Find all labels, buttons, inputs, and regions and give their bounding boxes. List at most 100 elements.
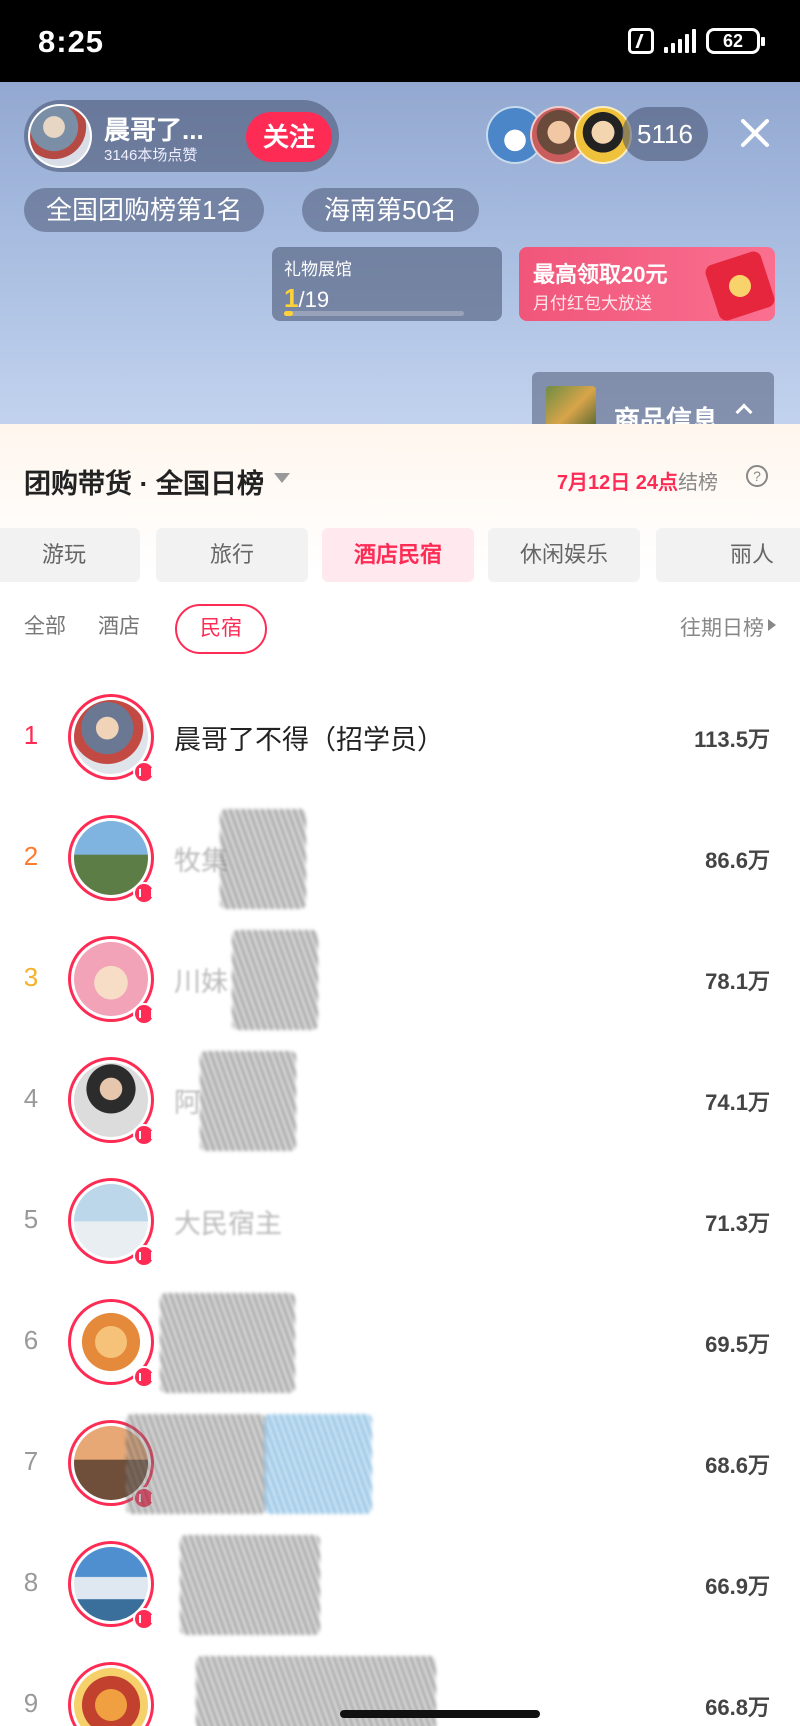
live-indicator-icon	[133, 761, 155, 783]
viewer-count[interactable]: 5116	[622, 107, 708, 161]
sales-score: 68.6万	[705, 1453, 770, 1478]
close-icon[interactable]	[736, 114, 774, 152]
ranking-row[interactable]: 2 牧集 86.6万	[0, 801, 800, 922]
ranking-row[interactable]: 5 大民宿主 71.3万	[0, 1164, 800, 1285]
streamer-name[interactable]: 晨哥了不得（招学员）	[174, 718, 444, 757]
host-avatar[interactable]	[28, 104, 92, 168]
settle-label: 结榜	[678, 472, 718, 494]
rank-number: 1	[23, 720, 39, 750]
redaction-scribble	[200, 1051, 296, 1151]
product-info-label: 商品信息	[614, 405, 719, 427]
gift-progress-text: 1/19	[284, 283, 330, 313]
home-indicator[interactable]	[340, 1710, 540, 1718]
sales-score: 69.5万	[705, 1332, 770, 1357]
avatar[interactable]	[68, 815, 155, 904]
sales-score: 74.1万	[705, 1090, 770, 1115]
host-likes: 3146本场点赞	[104, 147, 198, 164]
triangle-right-icon[interactable]	[768, 619, 776, 631]
ranking-title[interactable]: 团购带货 · 全国日榜	[24, 462, 264, 501]
filter-hotel[interactable]: 酒店	[98, 610, 140, 640]
chevron-up-icon	[735, 403, 753, 421]
rank-number: 4	[23, 1083, 39, 1113]
category-tabs: 游玩 旅行 酒店民宿 休闲娱乐 丽人	[0, 528, 800, 584]
avatar[interactable]	[68, 694, 155, 783]
avatar[interactable]	[68, 1057, 155, 1146]
gift-progress-fill	[284, 311, 294, 316]
rank-number: 8	[23, 1567, 39, 1597]
live-indicator-icon	[133, 1124, 155, 1146]
tab-play[interactable]: 游玩	[0, 528, 140, 582]
avatar[interactable]	[68, 1178, 155, 1267]
filter-homestay[interactable]: 民宿	[175, 604, 267, 654]
host-name: 晨哥了...	[104, 115, 204, 145]
rank-number: 9	[23, 1688, 39, 1718]
live-indicator-icon	[133, 1608, 155, 1630]
live-indicator-icon	[133, 882, 155, 904]
nfc-icon	[628, 28, 654, 54]
rank-number: 7	[23, 1446, 39, 1476]
streamer-name[interactable]: 川妹	[174, 960, 228, 999]
redaction-scribble	[126, 1414, 266, 1514]
ranking-row[interactable]: 8 66.9万	[0, 1527, 800, 1648]
gift-gallery-title: 礼物展馆	[284, 260, 352, 279]
hainan-rank-badge[interactable]: 海南第50名	[302, 188, 479, 232]
live-indicator-icon	[133, 1245, 155, 1267]
red-packet-promo[interactable]: 最高领取20元 月付红包大放送	[519, 247, 777, 323]
filter-all[interactable]: 全部	[24, 610, 66, 640]
caret-down-icon[interactable]	[274, 473, 290, 483]
help-icon[interactable]: ?	[746, 465, 768, 487]
host-info[interactable]: 晨哥了... 3146本场点赞 关注	[24, 100, 339, 172]
redaction-scribble	[160, 1293, 295, 1393]
rank-number: 6	[23, 1325, 39, 1355]
sales-score: 86.6万	[705, 848, 770, 873]
ranking-row[interactable]: 6 69.5万	[0, 1285, 800, 1406]
tab-travel[interactable]: 旅行	[156, 528, 308, 582]
red-envelope-icon	[703, 249, 777, 323]
battery-icon: 62	[706, 28, 765, 54]
avatar[interactable]	[68, 936, 155, 1025]
tab-hotel-homestay[interactable]: 酒店民宿	[322, 528, 474, 582]
product-info-tab[interactable]: 商品信息	[532, 372, 774, 427]
redaction-scribble	[264, 1414, 372, 1514]
history-rankings-link[interactable]: 往期日榜	[680, 612, 764, 642]
promo-subtitle: 月付红包大放送	[533, 294, 652, 313]
avatar[interactable]	[68, 1541, 155, 1630]
redaction-scribble	[180, 1535, 320, 1635]
sales-score: 71.3万	[705, 1211, 770, 1236]
live-stream-area[interactable]: 晨哥了... 3146本场点赞 关注 5116 全国团购榜第1名 海南第50名 …	[0, 82, 800, 427]
gift-progress-bar	[284, 311, 464, 316]
sales-score: 113.5万	[694, 727, 770, 752]
sales-score: 66.8万	[705, 1695, 770, 1720]
viewer-avatars[interactable]	[486, 106, 632, 164]
signal-icon	[664, 29, 696, 53]
national-rank-badge[interactable]: 全国团购榜第1名	[24, 188, 265, 232]
live-indicator-icon	[133, 1366, 155, 1388]
rank-number: 5	[23, 1204, 39, 1234]
tab-beauty[interactable]: 丽人	[656, 528, 800, 582]
ranking-row[interactable]: 4 阿 74.1万	[0, 1043, 800, 1164]
status-icons: 62	[628, 28, 765, 54]
rank-number: 3	[23, 962, 39, 992]
tab-leisure[interactable]: 休闲娱乐	[488, 528, 640, 582]
follow-button[interactable]: 关注	[246, 112, 332, 162]
rank-number: 2	[23, 841, 39, 871]
ranking-sheet: 团购带货 · 全国日榜 7月12日 24点 结榜 ? 游玩 旅行 酒店民宿 休闲…	[0, 424, 800, 1726]
avatar[interactable]	[68, 1662, 154, 1726]
sub-filters: 全部 酒店 民宿 往期日榜	[0, 604, 800, 654]
gift-gallery[interactable]: 礼物展馆 1/19	[272, 247, 502, 321]
redaction-scribble	[232, 930, 318, 1030]
promo-title: 最高领取20元	[533, 262, 668, 287]
ranking-row[interactable]: 7 68.6万	[0, 1406, 800, 1527]
streamer-name[interactable]: 阿	[174, 1081, 201, 1120]
product-thumbnail	[546, 386, 596, 427]
status-bar: 8:25 62	[0, 0, 800, 82]
ranking-row[interactable]: 3 川妹 78.1万	[0, 922, 800, 1043]
streamer-name[interactable]: 大民宿主	[174, 1202, 282, 1241]
live-indicator-icon	[133, 1003, 155, 1025]
status-time: 8:25	[38, 24, 105, 59]
sales-score: 78.1万	[705, 969, 770, 994]
sales-score: 66.9万	[705, 1574, 770, 1599]
redaction-scribble	[220, 809, 306, 909]
ranking-row[interactable]: 1 晨哥了不得（招学员） 113.5万	[0, 680, 800, 801]
avatar[interactable]	[68, 1299, 155, 1388]
